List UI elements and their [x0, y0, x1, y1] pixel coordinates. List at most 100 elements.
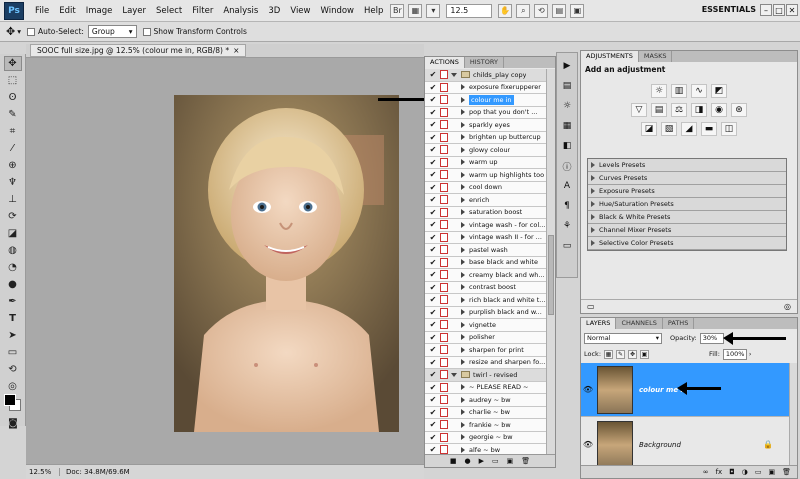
disclosure-triangle-icon[interactable]: [461, 259, 465, 266]
3d-orbit-tool-icon[interactable]: ◎: [4, 379, 22, 394]
clip-layer-icon[interactable]: ◎: [784, 302, 791, 311]
clone-source-icon[interactable]: ⚘: [559, 219, 575, 233]
check-icon[interactable]: ✔: [428, 395, 438, 405]
disclosure-triangle-icon[interactable]: [461, 421, 465, 428]
action-row[interactable]: ✔ contrast boost: [425, 281, 547, 294]
info-icon[interactable]: ⓘ: [559, 159, 575, 173]
color-balance-icon[interactable]: ⚖: [671, 103, 687, 117]
menu-edit[interactable]: Edit: [54, 6, 80, 16]
disclosure-triangle-icon[interactable]: [461, 434, 465, 441]
disclosure-triangle-icon[interactable]: [461, 296, 465, 303]
action-row[interactable]: ✔ warm up highlights too: [425, 169, 547, 182]
tab-adjustments[interactable]: ADJUSTMENTS: [581, 51, 639, 62]
check-icon[interactable]: ✔: [428, 382, 438, 392]
dialog-toggle-icon[interactable]: [440, 307, 448, 317]
disclosure-triangle-icon[interactable]: [461, 209, 465, 216]
disclosure-triangle-icon[interactable]: [451, 72, 457, 77]
dialog-toggle-icon[interactable]: [440, 70, 448, 80]
crop-tool-icon[interactable]: ⌗: [4, 124, 22, 139]
healing-brush-tool-icon[interactable]: ⊕: [4, 158, 22, 173]
menu-layer[interactable]: Layer: [117, 6, 151, 16]
menu-select[interactable]: Select: [151, 6, 187, 16]
disclosure-triangle-icon[interactable]: [461, 384, 465, 391]
check-icon[interactable]: ✔: [428, 245, 438, 255]
dialog-toggle-icon[interactable]: [440, 245, 448, 255]
disclosure-triangle-icon[interactable]: [461, 346, 465, 353]
dodge-tool-icon[interactable]: ●: [4, 277, 22, 292]
tab-history[interactable]: HISTORY: [465, 57, 504, 68]
actions-scrollbar[interactable]: [546, 69, 555, 454]
check-icon[interactable]: ✔: [428, 107, 438, 117]
check-icon[interactable]: ✔: [428, 270, 438, 280]
new-adjustment-icon[interactable]: ◑: [742, 468, 748, 476]
layer-style-icon[interactable]: fx: [716, 468, 723, 476]
action-row[interactable]: ✔ georgie ~ bw: [425, 431, 547, 444]
clone-stamp-tool-icon[interactable]: ⊥: [4, 192, 22, 207]
layer-row[interactable]: 👁 colour me in: [581, 363, 791, 417]
action-row[interactable]: ✔ saturation boost: [425, 206, 547, 219]
marquee-tool-icon[interactable]: ⬚: [4, 73, 22, 88]
zoom-icon[interactable]: ⌕: [516, 3, 531, 18]
disclosure-triangle-icon[interactable]: [461, 109, 465, 116]
threshold-icon[interactable]: ◢: [681, 122, 697, 136]
check-icon[interactable]: ✔: [428, 157, 438, 167]
paragraph-icon[interactable]: ¶: [559, 199, 575, 213]
action-row[interactable]: ✔ enrich: [425, 194, 547, 207]
disclosure-triangle-icon[interactable]: [461, 409, 465, 416]
action-set-row[interactable]: ✔ childs_play copy: [425, 69, 547, 82]
dialog-toggle-icon[interactable]: [440, 170, 448, 180]
photo-filter-icon[interactable]: ◉: [711, 103, 727, 117]
document-tab[interactable]: SOOC full size.jpg @ 12.5% (colour me in…: [30, 44, 247, 57]
play-icon[interactable]: ▶: [479, 457, 484, 465]
eyedropper-tool-icon[interactable]: ⁄: [4, 141, 22, 156]
quick-mask-icon[interactable]: ◙: [4, 416, 22, 431]
curves-icon[interactable]: ∿: [691, 84, 707, 98]
check-icon[interactable]: ✔: [428, 332, 438, 342]
show-transform-checkbox[interactable]: [142, 27, 151, 36]
stop-icon[interactable]: ■: [450, 457, 457, 465]
brush-tool-icon[interactable]: ♆: [4, 175, 22, 190]
dialog-toggle-icon[interactable]: [440, 332, 448, 342]
invert-icon[interactable]: ◪: [641, 122, 657, 136]
close-icon[interactable]: ×: [233, 46, 239, 55]
3d-rotate-tool-icon[interactable]: ⟲: [4, 362, 22, 377]
rotate-view-icon[interactable]: ⟲: [534, 3, 549, 18]
action-row[interactable]: ✔ audrey ~ bw: [425, 394, 547, 407]
check-icon[interactable]: ✔: [428, 195, 438, 205]
selective-color-icon[interactable]: ◫: [721, 122, 737, 136]
chevron-down-icon[interactable]: ▾: [17, 27, 21, 36]
lasso-tool-icon[interactable]: ʘ: [4, 90, 22, 105]
disclosure-triangle-icon[interactable]: [461, 96, 465, 103]
maximize-icon[interactable]: □: [773, 4, 785, 16]
action-row[interactable]: ✔ glowy colour: [425, 144, 547, 157]
preset-row[interactable]: Curves Presets: [588, 172, 786, 185]
dialog-toggle-icon[interactable]: [440, 182, 448, 192]
action-row[interactable]: ✔ vignette: [425, 319, 547, 332]
disclosure-triangle-icon[interactable]: [461, 196, 465, 203]
dialog-toggle-icon[interactable]: [440, 432, 448, 442]
check-icon[interactable]: ✔: [428, 432, 438, 442]
check-icon[interactable]: ✔: [428, 207, 438, 217]
check-icon[interactable]: ✔: [428, 345, 438, 355]
action-row[interactable]: ✔ polisher: [425, 331, 547, 344]
tool-presets-icon[interactable]: ▭: [559, 239, 575, 253]
quick-selection-tool-icon[interactable]: ✎: [4, 107, 22, 122]
channel-mixer-icon[interactable]: ⊛: [731, 103, 747, 117]
action-row[interactable]: ✔ sharpen for print: [425, 344, 547, 357]
disclosure-triangle-icon[interactable]: [461, 134, 465, 141]
menu-file[interactable]: File: [30, 6, 54, 16]
action-row[interactable]: ✔ frankie ~ bw: [425, 419, 547, 432]
close-icon[interactable]: ✕: [786, 4, 798, 16]
action-row[interactable]: ✔ warm up: [425, 156, 547, 169]
disclosure-triangle-icon[interactable]: [461, 146, 465, 153]
action-row[interactable]: ✔ vintage wash II - for ...: [425, 231, 547, 244]
menu-help[interactable]: Help: [359, 6, 388, 16]
lock-image-icon[interactable]: ✎: [616, 349, 626, 359]
status-zoom[interactable]: 12.5%: [26, 468, 60, 476]
check-icon[interactable]: ✔: [428, 407, 438, 417]
eye-icon[interactable]: 👁: [581, 385, 595, 394]
tab-layers[interactable]: LAYERS: [581, 318, 617, 329]
dialog-toggle-icon[interactable]: [440, 295, 448, 305]
check-icon[interactable]: ✔: [428, 170, 438, 180]
preset-row[interactable]: Selective Color Presets: [588, 237, 786, 250]
